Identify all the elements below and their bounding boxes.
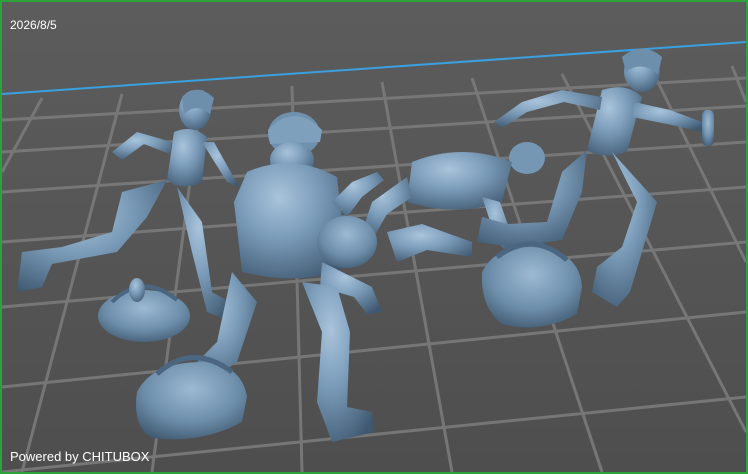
date-label: 2026/8/5 (10, 18, 57, 32)
powered-by-label: Powered by CHITUBOX (10, 449, 150, 464)
runner-girl-left[interactable] (17, 89, 240, 322)
duffel-bag-front[interactable] (136, 355, 247, 440)
build-plate-scene[interactable] (2, 2, 746, 472)
3d-viewport[interactable]: 2026/8/5 Powered by CHITUBOX (0, 0, 748, 474)
